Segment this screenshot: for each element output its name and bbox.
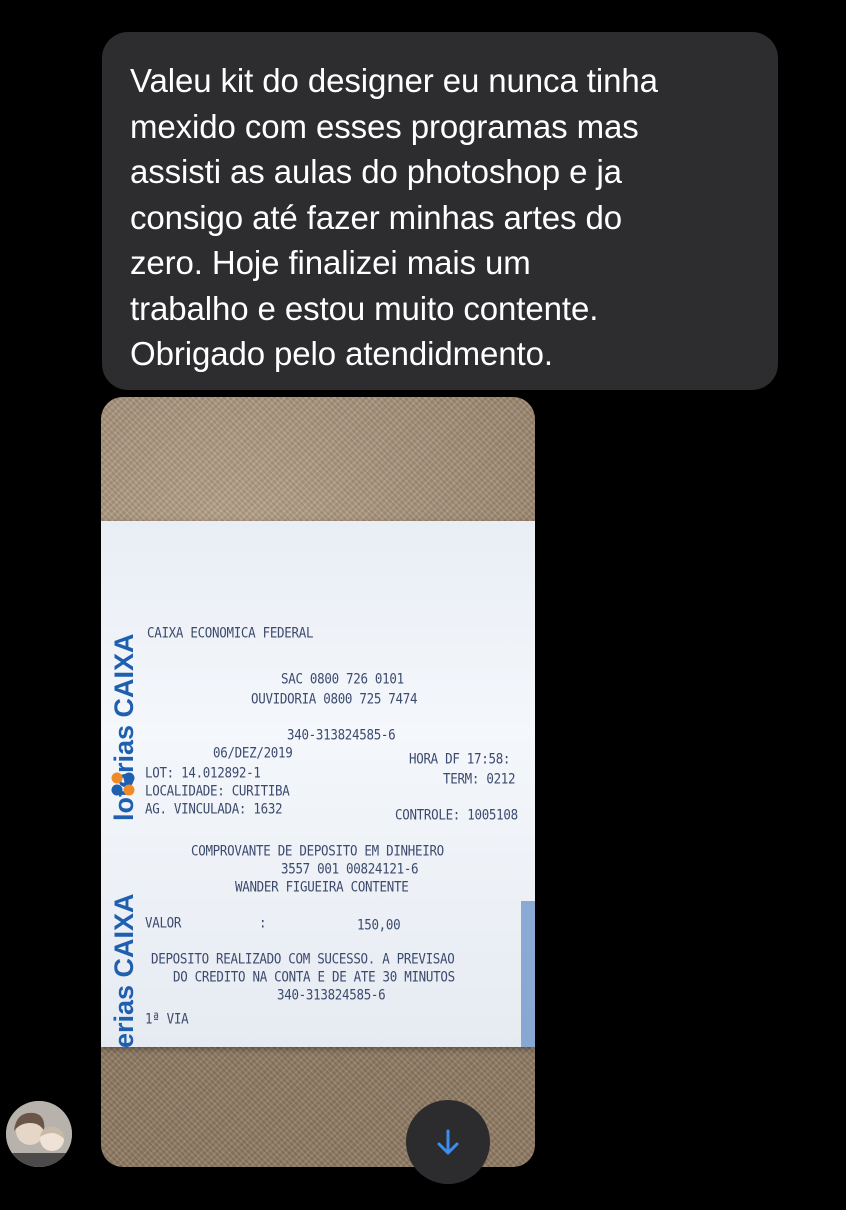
valor-separator: : bbox=[259, 913, 267, 932]
via-label: 1ª VIA bbox=[145, 1009, 189, 1028]
user-avatar[interactable] bbox=[6, 1101, 72, 1167]
account-number: 3557 001 00824121-6 bbox=[281, 859, 419, 878]
loterias-caixa-side-logo: loterias CAIXA loterias CAIXA bbox=[101, 521, 145, 1047]
message-line: trabalho e estou muito contente. bbox=[130, 289, 599, 327]
lot-number: LOT: 14.012892-1 bbox=[145, 763, 261, 782]
receipt-time: HORA DF 17:58: bbox=[409, 749, 511, 768]
notice-line: DEPOSITO REALIZADO COM SUCESSO. A PREVIS… bbox=[151, 949, 455, 968]
bank-name: CAIXA ECONOMICA FEDERAL bbox=[147, 623, 314, 642]
transaction-id: 340-313824585-6 bbox=[287, 725, 396, 744]
ouvidoria-phone: OUVIDORIA 0800 725 7474 bbox=[251, 689, 418, 708]
account-holder: WANDER FIGUEIRA CONTENTE bbox=[235, 877, 409, 896]
message-bubble[interactable]: Valeu kit do designer eu nunca tinha mex… bbox=[102, 32, 778, 390]
valor-label: VALOR bbox=[145, 913, 182, 932]
message-line: Obrigado pelo atendidmento. bbox=[130, 335, 553, 372]
arrow-down-icon bbox=[437, 1129, 459, 1155]
deposit-receipt: loterias CAIXA loterias CAIXA CAIXA ECON… bbox=[101, 521, 535, 1047]
terminal-number: TERM: 0212 bbox=[443, 769, 516, 788]
controle: CONTROLE: 1005108 bbox=[395, 805, 518, 824]
message-line: Valeu kit do designer eu nunca tinha bbox=[130, 62, 658, 99]
receipt-date: 06/DEZ/2019 bbox=[213, 743, 293, 762]
sac-phone: SAC 0800 726 0101 bbox=[281, 669, 404, 688]
avatar-photo-icon bbox=[6, 1101, 72, 1167]
message-line: zero. Hoje finalizei mais um bbox=[130, 244, 531, 281]
message-line: consigo até fazer minhas artes do bbox=[130, 198, 622, 236]
receipt-photo-message[interactable]: loterias CAIXA loterias CAIXA CAIXA ECON… bbox=[101, 397, 535, 1167]
notice-line: 340-313824585-6 bbox=[277, 985, 386, 1004]
localidade: LOCALIDADE: CURITIBA bbox=[145, 781, 290, 800]
side-brand-bottom: loterias CAIXA bbox=[109, 893, 139, 1047]
receipt-right-edge-print bbox=[521, 901, 535, 1047]
notice-line: DO CREDITO NA CONTA E DE ATE 30 MINUTOS bbox=[173, 967, 455, 986]
agencia: AG. VINCULADA: 1632 bbox=[145, 799, 283, 818]
scroll-to-bottom-button[interactable] bbox=[406, 1100, 490, 1184]
message-line: assisti as aulas do photoshop e ja bbox=[130, 153, 622, 190]
valor-amount: 150,00 bbox=[357, 915, 401, 934]
receipt-title: COMPROVANTE DE DEPOSITO EM DINHEIRO bbox=[191, 841, 444, 860]
message-line: mexido com esses programas mas bbox=[130, 107, 639, 145]
